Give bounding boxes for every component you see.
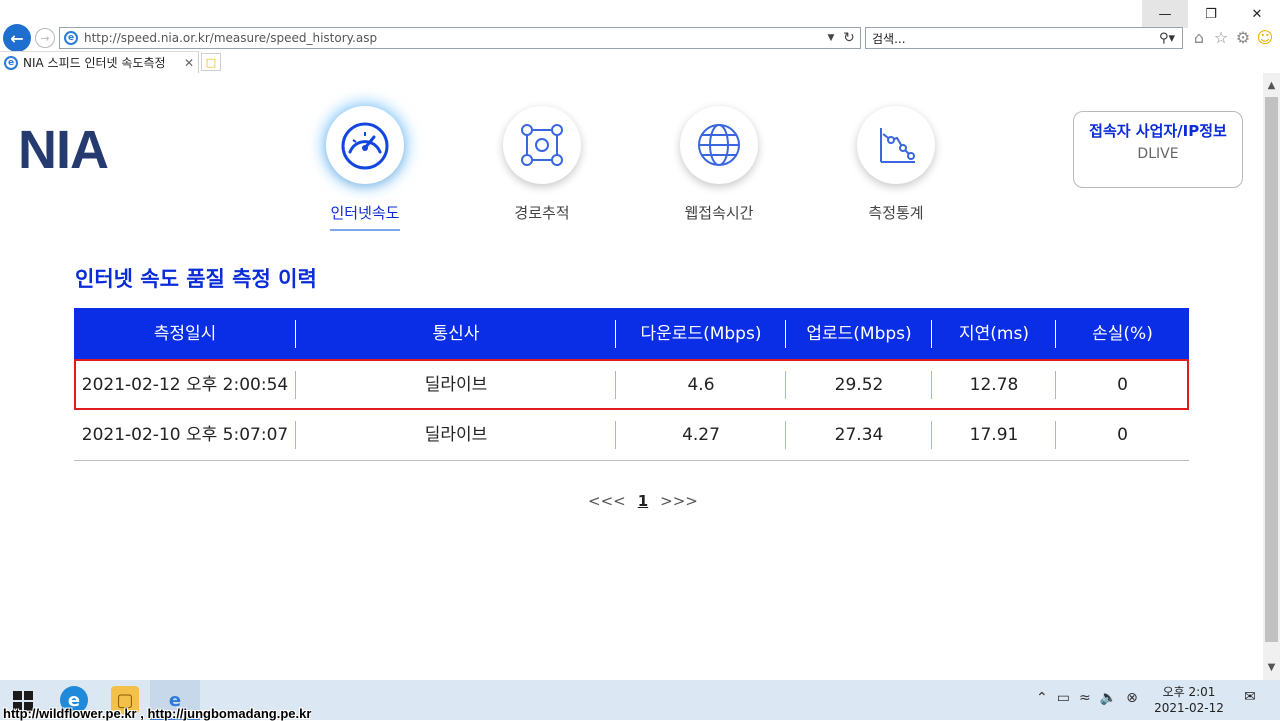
speedometer-icon xyxy=(341,122,389,170)
arrow-right-icon: → xyxy=(40,31,50,45)
address-url[interactable]: http://speed.nia.or.kr/measure/speed_his… xyxy=(84,31,824,45)
column-header-upload: 업로드(Mbps) xyxy=(786,319,932,348)
clock-date: 2021-02-12 xyxy=(1154,701,1224,715)
route-trace-icon xyxy=(521,124,563,166)
arrow-left-icon: ← xyxy=(10,28,24,48)
menu-label[interactable]: 웹접속시간 xyxy=(684,202,753,229)
notification-icon[interactable]: ✉ xyxy=(1240,689,1260,709)
tab-nia-speed[interactable]: e NIA 스피드 인터넷 속도측정 ✕ xyxy=(0,51,199,73)
cell-download: 4.27 xyxy=(616,421,786,449)
ie-icon: e xyxy=(64,31,78,45)
pagination: <<< 1 >>> xyxy=(588,492,698,510)
statistics-icon xyxy=(880,128,915,163)
minimize-button[interactable]: — xyxy=(1142,0,1188,28)
forward-button[interactable]: → xyxy=(35,28,55,48)
search-input[interactable]: 검색... xyxy=(872,30,1152,47)
window-controls: — ❐ ✕ xyxy=(1142,0,1280,28)
menu-route-trace[interactable]: 경로추적 xyxy=(482,106,602,229)
column-header-download: 다운로드(Mbps) xyxy=(616,319,786,348)
column-header-datetime: 측정일시 xyxy=(74,319,296,348)
provider-info-value: DLIVE xyxy=(1137,146,1179,162)
address-bar[interactable]: e http://speed.nia.or.kr/measure/speed_h… xyxy=(59,27,861,49)
taskbar-clock[interactable]: 오후 2:01 2021-02-12 xyxy=(1150,684,1228,716)
column-header-loss: 손실(%) xyxy=(1092,323,1153,344)
provider-info-box: 접속자 사업자/IP정보 DLIVE xyxy=(1073,111,1243,188)
menu-circle[interactable] xyxy=(503,106,581,184)
search-icon[interactable]: ⚲▾ xyxy=(1152,31,1182,46)
ime-off-icon[interactable]: ⊗ xyxy=(1126,690,1138,706)
tab-title: NIA 스피드 인터넷 속도측정 xyxy=(23,56,166,70)
home-icon[interactable]: ⌂ xyxy=(1190,27,1208,47)
wifi-icon[interactable]: ≈ xyxy=(1079,690,1091,706)
cell-upload: 29.52 xyxy=(786,370,932,399)
menu-internet-speed[interactable]: 인터넷속도 xyxy=(305,106,425,231)
menu-circle[interactable] xyxy=(857,106,935,184)
table-row[interactable]: 2021-02-12 오후 2:00:54 딜라이브 4.6 29.52 12.… xyxy=(74,359,1189,410)
pagination-current[interactable]: 1 xyxy=(638,492,648,510)
scroll-up-icon[interactable]: ▲ xyxy=(1263,77,1280,94)
cell-latency: 17.91 xyxy=(932,421,1056,449)
nia-logo[interactable]: NIA xyxy=(18,119,109,181)
cell-carrier: 딜라이브 xyxy=(296,421,616,449)
menu-label[interactable]: 인터넷속도 xyxy=(330,202,400,231)
cell-loss: 0 xyxy=(1117,374,1128,395)
table-header: 측정일시 통신사 다운로드(Mbps) 업로드(Mbps) 지연(ms) 손실(… xyxy=(74,308,1189,359)
restore-button[interactable]: ❐ xyxy=(1188,0,1234,28)
chevron-up-icon[interactable]: ⌃ xyxy=(1036,690,1048,706)
system-tray: ⌃ ▭ ≈ 🔈 ⊗ xyxy=(1036,690,1138,706)
pagination-prev[interactable]: <<< xyxy=(588,492,626,510)
cell-datetime: 2021-02-12 오후 2:00:54 xyxy=(74,370,296,399)
smiley-icon[interactable]: ☺ xyxy=(1256,27,1274,47)
ie-icon: e xyxy=(4,55,18,70)
scroll-down-icon[interactable]: ▼ xyxy=(1263,659,1280,676)
cell-datetime: 2021-02-10 오후 5:07:07 xyxy=(74,421,296,449)
scrollbar-thumb[interactable] xyxy=(1265,97,1278,642)
page-content: NIA 인터넷속도 경로추적 웹접속시간 측정통계 접속자 사업자/IP정보 D… xyxy=(0,73,1263,680)
back-button[interactable]: ← xyxy=(3,24,31,52)
star-icon[interactable]: ☆ xyxy=(1212,27,1230,47)
column-header-carrier: 통신사 xyxy=(296,319,616,348)
watermark-text: http://wildflower.pe.kr , http://jungbom… xyxy=(3,706,312,721)
menu-statistics[interactable]: 측정통계 xyxy=(836,106,956,229)
page-title: 인터넷 속도 품질 측정 이력 xyxy=(75,267,317,291)
globe-icon xyxy=(698,124,740,166)
new-tab-icon: □ xyxy=(205,55,217,69)
close-icon[interactable]: ✕ xyxy=(180,56,198,70)
menu-circle[interactable] xyxy=(680,106,758,184)
toolbar-icons: ⌂ ☆ ⚙ ☺ xyxy=(1190,27,1274,47)
cell-download: 4.6 xyxy=(616,370,786,399)
chevron-down-icon[interactable]: ▼ xyxy=(824,33,838,43)
speed-history-table: 측정일시 통신사 다운로드(Mbps) 업로드(Mbps) 지연(ms) 손실(… xyxy=(74,308,1189,461)
pagination-next[interactable]: >>> xyxy=(660,492,698,510)
menu-label[interactable]: 측정통계 xyxy=(868,202,923,229)
menu-label[interactable]: 경로추적 xyxy=(514,202,569,229)
cell-latency: 12.78 xyxy=(932,370,1056,399)
new-tab-button[interactable]: □ xyxy=(201,53,221,71)
refresh-icon[interactable]: ↻ xyxy=(838,30,860,46)
gear-icon[interactable]: ⚙ xyxy=(1234,27,1252,47)
table-row[interactable]: 2021-02-10 오후 5:07:07 딜라이브 4.27 27.34 17… xyxy=(74,410,1189,461)
cell-carrier: 딜라이브 xyxy=(296,370,616,399)
vertical-scrollbar[interactable]: ▲ ▼ xyxy=(1263,73,1280,680)
cell-loss: 0 xyxy=(1117,425,1128,445)
close-window-button[interactable]: ✕ xyxy=(1234,0,1280,28)
volume-icon[interactable]: 🔈 xyxy=(1100,690,1117,706)
menu-circle[interactable] xyxy=(326,106,404,184)
clock-time: 오후 2:01 xyxy=(1162,685,1216,699)
search-box[interactable]: 검색... ⚲▾ xyxy=(865,27,1183,49)
battery-icon[interactable]: ▭ xyxy=(1057,690,1070,706)
column-header-latency: 지연(ms) xyxy=(932,319,1056,348)
provider-info-title: 접속자 사업자/IP정보 xyxy=(1089,122,1227,140)
cell-upload: 27.34 xyxy=(786,421,932,449)
menu-web-access-time[interactable]: 웹접속시간 xyxy=(659,106,779,229)
browser-chrome: — ❐ ✕ ← → e http://speed.nia.or.kr/measu… xyxy=(0,0,1280,73)
